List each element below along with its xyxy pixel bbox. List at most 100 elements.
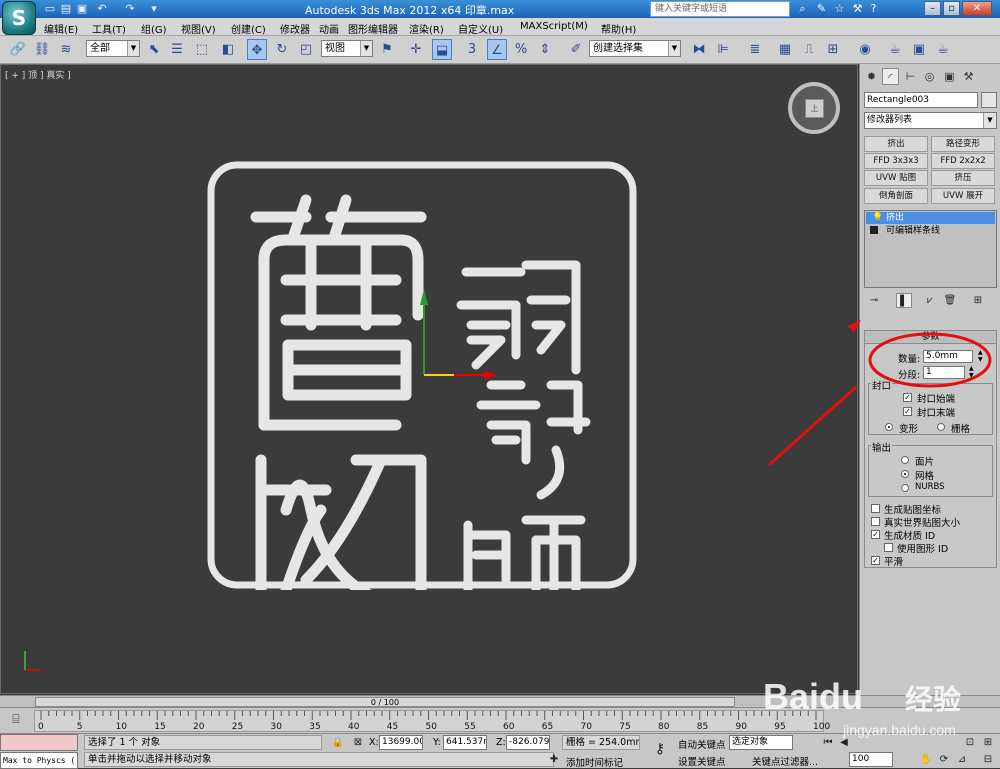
link-icon[interactable]: 🔗: [8, 39, 28, 60]
object-color-swatch[interactable]: [981, 92, 997, 108]
segments-spinner-icon[interactable]: ▲ ▼: [969, 365, 974, 379]
z-coordinate-field[interactable]: -826.079m: [506, 735, 550, 750]
named-selection-set-dropdown[interactable]: 创建选择集 ▼: [589, 40, 681, 57]
open-file-icon[interactable]: ▤: [58, 1, 74, 16]
star-icon[interactable]: ☆: [832, 1, 847, 16]
modifier-stack[interactable]: 💡 挤出 可编辑样条线: [864, 210, 997, 288]
nurbs-radio[interactable]: [901, 484, 909, 492]
layer-manager-icon[interactable]: ≣: [745, 39, 765, 60]
maxscript-mini-listener[interactable]: Max to Physcs (: [0, 752, 78, 769]
minimize-button[interactable]: –: [924, 1, 941, 16]
gen-material-id-checkbox[interactable]: ✓: [871, 530, 880, 539]
stack-item-editable-spline[interactable]: 可编辑样条线: [866, 225, 995, 237]
gen-map-coords-checkbox[interactable]: [871, 504, 880, 513]
set-key-button[interactable]: 设置关键点: [678, 754, 726, 768]
parameters-header[interactable]: 参数: [865, 331, 996, 344]
new-file-icon[interactable]: ▭: [42, 1, 58, 16]
add-time-tag[interactable]: 添加时间标记: [566, 755, 623, 769]
auto-key-button[interactable]: 自动关键点: [678, 737, 726, 751]
object-name-field[interactable]: Rectangle003: [864, 92, 978, 108]
expand-icon[interactable]: [870, 226, 878, 234]
bind-spacewarp-icon[interactable]: ≋: [56, 39, 76, 60]
time-slider[interactable]: 0 / 100: [35, 697, 735, 707]
viewcube-top-face[interactable]: 上: [805, 99, 824, 118]
modifier-button-path-deform[interactable]: 路径变形: [931, 136, 995, 152]
lightbulb-icon[interactable]: 💡: [872, 212, 883, 224]
current-frame-field[interactable]: 100: [849, 752, 893, 767]
modifier-list-dropdown[interactable]: 修改器列表 ▼: [864, 112, 997, 129]
keyboard-shortcut-override-icon[interactable]: ⬓: [432, 39, 452, 60]
show-end-result-icon[interactable]: ▌: [896, 293, 912, 308]
menu-rendering[interactable]: 渲染(R): [409, 21, 444, 36]
snaps-toggle-icon[interactable]: 3: [462, 39, 482, 60]
viewport-top[interactable]: [ + ] 顶 ] 真实 ] 上: [0, 64, 858, 694]
graphite-tools-icon[interactable]: ▦: [775, 39, 795, 60]
app-logo[interactable]: S: [2, 1, 36, 35]
spinner-snap-icon[interactable]: ⇕: [535, 39, 555, 60]
menu-edit[interactable]: 编辑(E): [44, 21, 78, 36]
motion-tab-icon[interactable]: ◎: [921, 68, 938, 85]
close-button[interactable]: ✕: [962, 1, 992, 16]
modifier-button-unwrap-uvw[interactable]: UVW 展开: [931, 188, 995, 204]
maximize-viewport-icon[interactable]: ⊟: [980, 752, 996, 767]
rendered-frame-window-icon[interactable]: ▣: [909, 39, 929, 60]
info-center-icon[interactable]: ⚒: [850, 1, 865, 16]
modifier-button-ffd222[interactable]: FFD 2x2x2: [931, 153, 995, 169]
modify-tab-icon[interactable]: ◜: [882, 68, 899, 85]
add-time-tag-icon[interactable]: ✚: [546, 752, 562, 767]
rect-selection-icon[interactable]: ⬚: [192, 39, 212, 60]
angle-snap-icon[interactable]: ∠: [487, 39, 507, 60]
menu-tools[interactable]: 工具(T): [92, 21, 126, 36]
grid-radio[interactable]: [937, 423, 945, 431]
amount-spinner-icon[interactable]: ▲ ▼: [978, 349, 983, 363]
select-object-icon[interactable]: ⬉: [144, 39, 164, 60]
hierarchy-tab-icon[interactable]: ⊢: [902, 68, 919, 85]
smooth-checkbox[interactable]: ✓: [871, 556, 880, 565]
modifier-button-ffd333[interactable]: FFD 3x3x3: [864, 153, 928, 169]
menu-group[interactable]: 组(G): [141, 21, 167, 36]
configure-sets-icon[interactable]: ⊞: [970, 293, 986, 308]
selection-filter-dropdown[interactable]: 全部 ▼: [86, 40, 140, 57]
select-by-name-icon[interactable]: ☰: [167, 39, 187, 60]
maxscript-listener-box[interactable]: [0, 734, 78, 751]
schematic-view-icon[interactable]: ⊞: [823, 39, 843, 60]
select-rotate-icon[interactable]: ↻: [272, 39, 292, 60]
maximize-button[interactable]: ▫: [943, 1, 960, 16]
mesh-radio[interactable]: [901, 470, 909, 478]
menu-create[interactable]: 创建(C): [231, 21, 266, 36]
search-input[interactable]: 键入关键字或短语: [650, 1, 790, 17]
menu-graph-editors[interactable]: 图形编辑器: [348, 21, 398, 36]
morph-radio[interactable]: [885, 423, 893, 431]
menu-help[interactable]: 帮助(H): [601, 21, 636, 36]
tools-icon[interactable]: ✎: [814, 1, 829, 16]
display-tab-icon[interactable]: ▣: [941, 68, 958, 85]
pivot-center-icon[interactable]: ⚑: [377, 39, 397, 60]
mini-curve-editor-icon[interactable]: ⌸: [6, 712, 26, 730]
binoculars-icon[interactable]: ⌕: [795, 1, 810, 16]
select-scale-icon[interactable]: ◰: [296, 39, 316, 60]
menu-customize[interactable]: 自定义(U): [458, 21, 503, 36]
help-icon[interactable]: ?: [866, 1, 881, 16]
percent-snap-icon[interactable]: %: [511, 39, 531, 60]
mirror-icon[interactable]: ⧓: [689, 39, 709, 60]
modifier-button-uvw-map[interactable]: UVW 贴图: [864, 170, 928, 186]
modifier-button-bevel-profile[interactable]: 倒角剖面: [864, 188, 928, 204]
viewport-label[interactable]: [ + ] 顶 ] 真实 ]: [5, 68, 71, 81]
cap-end-checkbox[interactable]: ✓: [903, 407, 912, 416]
pin-stack-icon[interactable]: ⊸: [866, 293, 882, 308]
segments-input[interactable]: 1: [923, 366, 965, 379]
reference-coordinate-dropdown[interactable]: 视图 ▼: [321, 40, 373, 57]
make-unique-icon[interactable]: ⩗: [922, 293, 938, 308]
quick-access-dropdown-icon[interactable]: ▾: [146, 1, 162, 16]
timeline-ruler[interactable]: 0 5 10 15 20 25 30 35 40 45 50 55 60 65 70 75 80 85 90 95 10…: [34, 710, 830, 732]
menu-maxscript[interactable]: MAXScript(M): [520, 21, 588, 32]
align-icon[interactable]: ⊫: [713, 39, 733, 60]
menu-modifiers[interactable]: 修改器: [280, 21, 310, 36]
save-file-icon[interactable]: ▣: [74, 1, 90, 16]
select-move-icon[interactable]: ✥: [247, 39, 267, 60]
orbit-icon[interactable]: ⟳: [936, 752, 952, 767]
undo-icon[interactable]: ↶: [94, 1, 110, 16]
field-of-view-icon[interactable]: ⊿: [954, 752, 970, 767]
y-coordinate-field[interactable]: 641.537mr: [443, 735, 487, 750]
menu-views[interactable]: 视图(V): [181, 21, 216, 36]
